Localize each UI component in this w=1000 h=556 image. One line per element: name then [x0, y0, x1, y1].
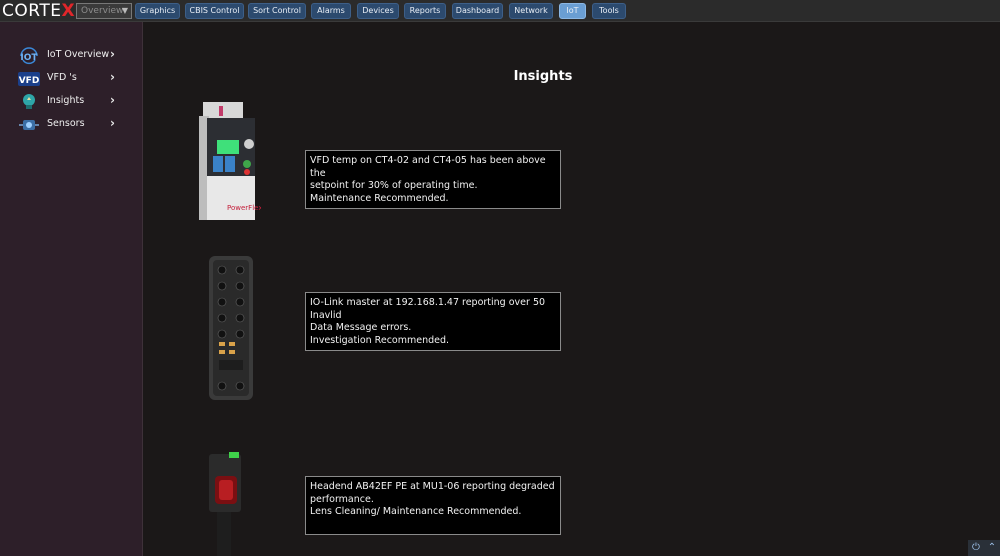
svg-text:PowerFlex: PowerFlex — [227, 204, 261, 212]
top-toolbar: CORTEX Overview ▼ Graphics CBIS Control S… — [0, 0, 1000, 22]
sidebar-item-iot-overview[interactable]: IOT IoT Overview › — [0, 46, 143, 66]
nav-devices-button[interactable]: Devices — [357, 3, 399, 19]
page-title: Insights — [513, 69, 573, 84]
insight-line: Data Message errors. — [310, 322, 412, 333]
photo-eye-sensor-image — [209, 452, 241, 556]
nav-network-button[interactable]: Network — [509, 3, 553, 19]
svg-text:IOT: IOT — [20, 53, 38, 63]
nav-tools-button[interactable]: Tools — [592, 3, 626, 19]
insight-line: Maintenance Recommended. — [310, 192, 449, 204]
sidebar-item-vfds[interactable]: VFD VFD 's › — [0, 69, 143, 89]
io-link-master-image — [209, 256, 253, 400]
nav-cbis-control-button[interactable]: CBIS Control — [185, 3, 244, 19]
nav-reports-button[interactable]: Reports — [404, 3, 446, 19]
view-select[interactable]: Overview ▼ — [76, 3, 132, 19]
logo-text: CORTE — [2, 1, 62, 21]
chevron-down-icon: ▼ — [121, 6, 128, 15]
sidebar-item-label: Sensors — [47, 118, 85, 129]
insight-line: VFD temp on CT4-02 and CT4-05 has been a… — [310, 155, 546, 179]
insight-line: IO-Link master at 192.168.1.47 reporting… — [310, 297, 546, 321]
power-icon[interactable]: ⏻ — [968, 540, 984, 556]
nav-iot-button[interactable]: IoT — [559, 3, 586, 19]
sidebar-item-insights[interactable]: Insights › — [0, 92, 143, 112]
insight-card-photo-eye: Headend AB42EF PE at MU1-06 reporting de… — [305, 476, 561, 535]
chevron-right-icon: › — [110, 70, 115, 84]
lightbulb-icon — [23, 94, 35, 109]
vfd-drive-image: PowerFlex — [199, 102, 261, 220]
chevron-right-icon: › — [110, 93, 115, 107]
logo-x: X — [61, 1, 76, 21]
view-select-value: Overview — [81, 6, 124, 16]
nav-alarms-button[interactable]: Alarms — [311, 3, 351, 19]
chevron-right-icon: › — [110, 116, 115, 130]
nav-dashboard-button[interactable]: Dashboard — [452, 3, 503, 19]
svg-text:VFD: VFD — [19, 76, 40, 86]
sensor-icon — [19, 120, 39, 130]
insight-line: setpoint for 30% of operating time. — [310, 180, 478, 191]
vfd-icon: VFD — [18, 72, 40, 86]
insight-line: Headend AB42EF PE at MU1-06 reporting de… — [310, 481, 555, 492]
insight-line: performance. — [310, 493, 374, 505]
insight-line: Lens Cleaning/ Maintenance Recommended. — [310, 506, 522, 517]
insight-card-vfd: VFD temp on CT4-02 and CT4-05 has been a… — [305, 150, 561, 209]
sidebar: IOT IoT Overview › VFD VFD 's › Insights… — [0, 22, 143, 556]
chevron-up-icon[interactable]: ⌃ — [984, 540, 1000, 556]
sidebar-item-sensors[interactable]: Sensors › — [0, 115, 143, 135]
nav-sort-control-button[interactable]: Sort Control — [248, 3, 306, 19]
nav-graphics-button[interactable]: Graphics — [135, 3, 180, 19]
chevron-right-icon: › — [110, 47, 115, 61]
sidebar-item-label: IoT Overview — [47, 49, 110, 60]
insight-line: Investigation Recommended. — [310, 334, 450, 346]
cortex-logo[interactable]: CORTEX — [2, 1, 75, 21]
sidebar-item-label: Insights — [47, 95, 85, 106]
sidebar-item-label: VFD 's — [47, 72, 77, 83]
insight-card-io-link: IO-Link master at 192.168.1.47 reporting… — [305, 292, 561, 351]
iot-icon: IOT — [20, 47, 38, 65]
